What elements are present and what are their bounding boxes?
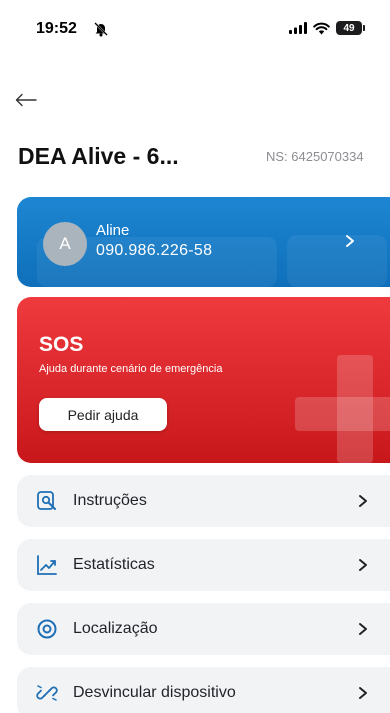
card-decoration xyxy=(287,235,387,287)
chevron-right-icon xyxy=(359,687,367,699)
page-title: DEA Alive - 6... xyxy=(18,143,179,169)
sos-title: SOS xyxy=(39,333,84,356)
location-icon xyxy=(37,619,57,639)
chart-icon xyxy=(37,555,57,575)
avatar: A xyxy=(43,222,87,266)
menu-item-label: Desvincular dispositivo xyxy=(73,684,236,701)
instructions-icon xyxy=(37,491,56,510)
status-bar: 19:52 49 xyxy=(0,0,390,60)
menu-item-unlink-device[interactable]: Desvincular dispositivo xyxy=(17,667,390,713)
menu-item-instructions[interactable]: Instruções xyxy=(17,475,390,527)
user-phone: 090.986.226-58 xyxy=(96,242,213,259)
request-help-button[interactable]: Pedir ajuda xyxy=(39,398,167,431)
menu-item-label: Estatísticas xyxy=(73,556,155,573)
chevron-right-icon xyxy=(359,495,367,507)
wifi-icon xyxy=(313,22,330,34)
bell-off-icon xyxy=(94,22,108,37)
user-card[interactable]: A Aline 090.986.226-58 xyxy=(17,197,390,287)
chevron-right-icon xyxy=(359,623,367,635)
serial-number: NS: 6425070334 xyxy=(266,149,364,164)
menu-item-label: Localização xyxy=(73,620,158,637)
status-time: 19:52 xyxy=(36,20,77,37)
sos-subtitle: Ajuda durante cenário de emergência xyxy=(39,363,223,375)
battery-icon: 49 xyxy=(336,21,365,35)
menu-item-statistics[interactable]: Estatísticas xyxy=(17,539,390,591)
status-indicators: 49 xyxy=(289,21,365,35)
battery-level: 49 xyxy=(343,22,355,34)
menu-item-label: Instruções xyxy=(73,492,147,509)
back-button[interactable] xyxy=(12,86,40,114)
sos-card: SOS Ajuda durante cenário de emergência … xyxy=(17,297,390,463)
medical-cross-icon-bar xyxy=(295,397,390,431)
user-name: Aline xyxy=(96,222,130,239)
chevron-right-icon xyxy=(346,235,354,247)
chevron-right-icon xyxy=(359,559,367,571)
unlink-icon xyxy=(36,685,58,701)
menu-item-location[interactable]: Localização xyxy=(17,603,390,655)
arrow-left-icon xyxy=(15,93,37,107)
signal-icon xyxy=(289,22,307,34)
